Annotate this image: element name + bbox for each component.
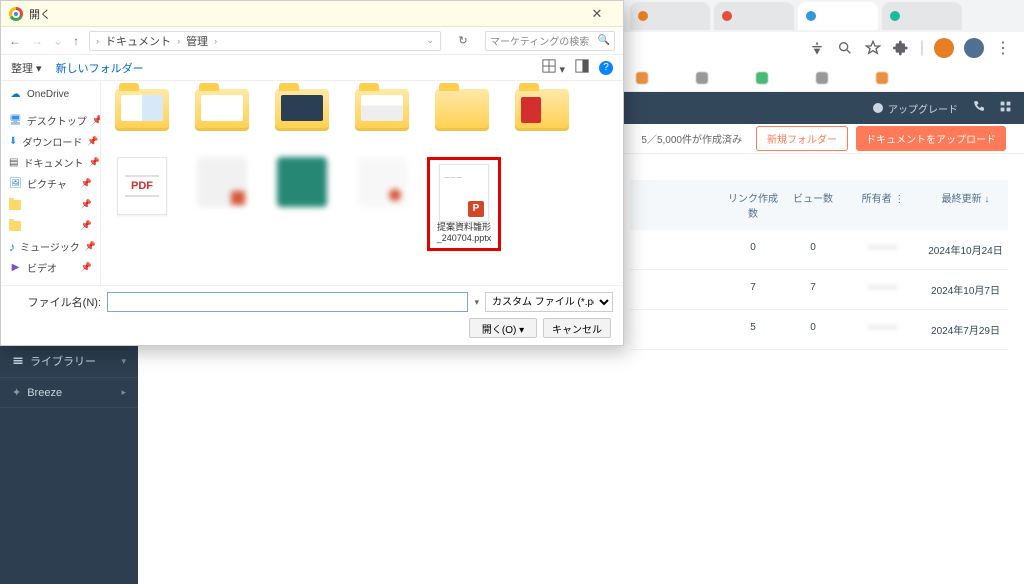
nav-onedrive[interactable]: ☁OneDrive [1,85,100,104]
folder-item[interactable] [347,89,417,151]
chevron-down-icon: ▾ [121,356,126,367]
table-row[interactable]: 7 7 ——— 2024年10月7日 [630,270,1008,310]
upgrade-link[interactable]: アップグレード [872,101,958,116]
app-sidebar: ライブラリー ▾ ✦ Breeze ▸ [0,345,138,584]
breadcrumb[interactable]: › ドキュメント › 管理 › ⌄ [89,31,441,51]
nav-pictures[interactable]: 🖼ピクチャ📌 [1,173,100,194]
menu-icon[interactable]: ⋮ [994,39,1012,57]
extension-icon[interactable] [892,39,910,57]
browser-tab[interactable] [798,2,878,30]
folder-item[interactable] [187,89,257,151]
col-owner[interactable]: 所有者 ⋮ [843,180,923,230]
nav-recent[interactable]: ⌄ [53,34,63,48]
star-icon[interactable] [864,39,882,57]
pptx-file-highlighted[interactable]: ーーーP 提案資料雛形_240704.pptx [427,157,501,251]
pdf-file-item[interactable]: PDF [107,157,177,251]
nav-forward[interactable]: → [31,34,43,48]
dialog-title: 開く [29,6,51,22]
nav-back[interactable]: ← [9,34,21,48]
browser-tab[interactable] [630,2,710,30]
view-mode-icon[interactable]: ▾ [542,59,565,76]
dialog-footer: ファイル名(N): ▾ カスタム ファイル (*.pdf;*.ppt;*.ppt… [1,285,623,345]
file-type-filter[interactable]: カスタム ファイル (*.pdf;*.ppt;*.ppt [485,292,613,312]
nav-desktop[interactable]: 🖥デスクトップ📌 [1,110,100,131]
folder-item[interactable] [107,89,177,151]
preview-pane-icon[interactable] [575,59,589,76]
file-item[interactable] [267,157,337,251]
filename-input[interactable] [107,292,468,312]
folder-item[interactable] [427,89,497,151]
filename-label: ファイル名(N): [11,294,101,310]
search-icon: 🔍 [598,35,610,46]
quota-text: 5／5,000件が作成済み [641,131,742,146]
help-icon[interactable]: ? [599,61,613,75]
refresh-button[interactable]: ↻ [451,34,475,47]
upload-button[interactable]: ドキュメントをアップロード [856,126,1006,151]
col-links[interactable]: リンク作成数 [723,180,783,230]
chevron-right-icon: ▸ [121,387,126,398]
new-folder-button[interactable]: 新規フォルダー [756,126,848,151]
bookmark[interactable] [816,70,862,85]
nav-documents[interactable]: ▤ドキュメント📌 [1,152,100,173]
avatar[interactable] [934,38,954,58]
file-open-dialog: 開く ✕ ← → ⌄ ↑ › ドキュメント › 管理 › ⌄ ↻ マーケティング… [0,0,624,346]
file-item[interactable] [187,157,257,251]
chrome-icon [9,7,23,21]
nav-folder[interactable]: 📌 [1,215,100,236]
bookmark[interactable] [876,70,922,85]
bookmark[interactable] [636,70,682,85]
folder-item[interactable] [507,89,577,151]
browser-tab[interactable] [714,2,794,30]
file-item[interactable] [347,157,417,251]
nav-videos[interactable]: ▶ビデオ📌 [1,257,100,278]
col-views[interactable]: ビュー数 [783,180,843,230]
nav-up[interactable]: ↑ [73,34,79,48]
browser-tab[interactable] [882,2,962,30]
col-updated[interactable]: 最終更新 ↓ [923,180,1008,230]
open-button[interactable]: 開く(O) ▾ [469,318,537,338]
dialog-nav: ← → ⌄ ↑ › ドキュメント › 管理 › ⌄ ↻ マーケティングの検索 🔍 [1,27,623,55]
zoom-icon[interactable] [836,39,854,57]
file-pane: PDF ーーーP 提案資料雛形_240704.pptx [101,81,623,285]
nav-pane: ☁OneDrive 🖥デスクトップ📌 ⬇ダウンロード📌 ▤ドキュメント📌 🖼ピク… [1,81,101,285]
data-table: リンク作成数 ビュー数 所有者 ⋮ 最終更新 ↓ 0 0 ——— 2024年10… [630,180,1008,350]
avatar[interactable] [964,38,984,58]
dialog-titlebar: 開く ✕ [1,1,623,27]
bookmark[interactable] [756,70,802,85]
close-button[interactable]: ✕ [579,6,615,22]
new-folder-menu[interactable]: 新しいフォルダー [56,60,144,76]
bookmark[interactable] [696,70,742,85]
nav-downloads[interactable]: ⬇ダウンロード📌 [1,131,100,152]
organize-menu[interactable]: 整理 ▾ [11,60,42,76]
phone-icon[interactable] [972,100,985,116]
table-row[interactable]: 0 0 ——— 2024年10月24日 [630,230,1008,270]
nav-music[interactable]: ♪ミュージック📌 [1,236,100,257]
sidebar-breeze[interactable]: ✦ Breeze ▸ [0,378,138,408]
nav-folder[interactable]: 📌 [1,194,100,215]
table-header: リンク作成数 ビュー数 所有者 ⋮ 最終更新 ↓ [630,180,1008,230]
sidebar-library[interactable]: ライブラリー ▾ [0,345,138,378]
cancel-button[interactable]: キャンセル [543,318,611,338]
table-row[interactable]: 5 0 ——— 2024年7月29日 [630,310,1008,350]
folder-item[interactable] [267,89,337,151]
grid-icon[interactable] [999,100,1012,116]
search-input[interactable]: マーケティングの検索 🔍 [485,31,615,51]
translate-icon[interactable] [808,39,826,57]
powerpoint-icon: P [468,201,484,217]
dialog-toolbar: 整理 ▾ 新しいフォルダー ▾ ? [1,55,623,81]
